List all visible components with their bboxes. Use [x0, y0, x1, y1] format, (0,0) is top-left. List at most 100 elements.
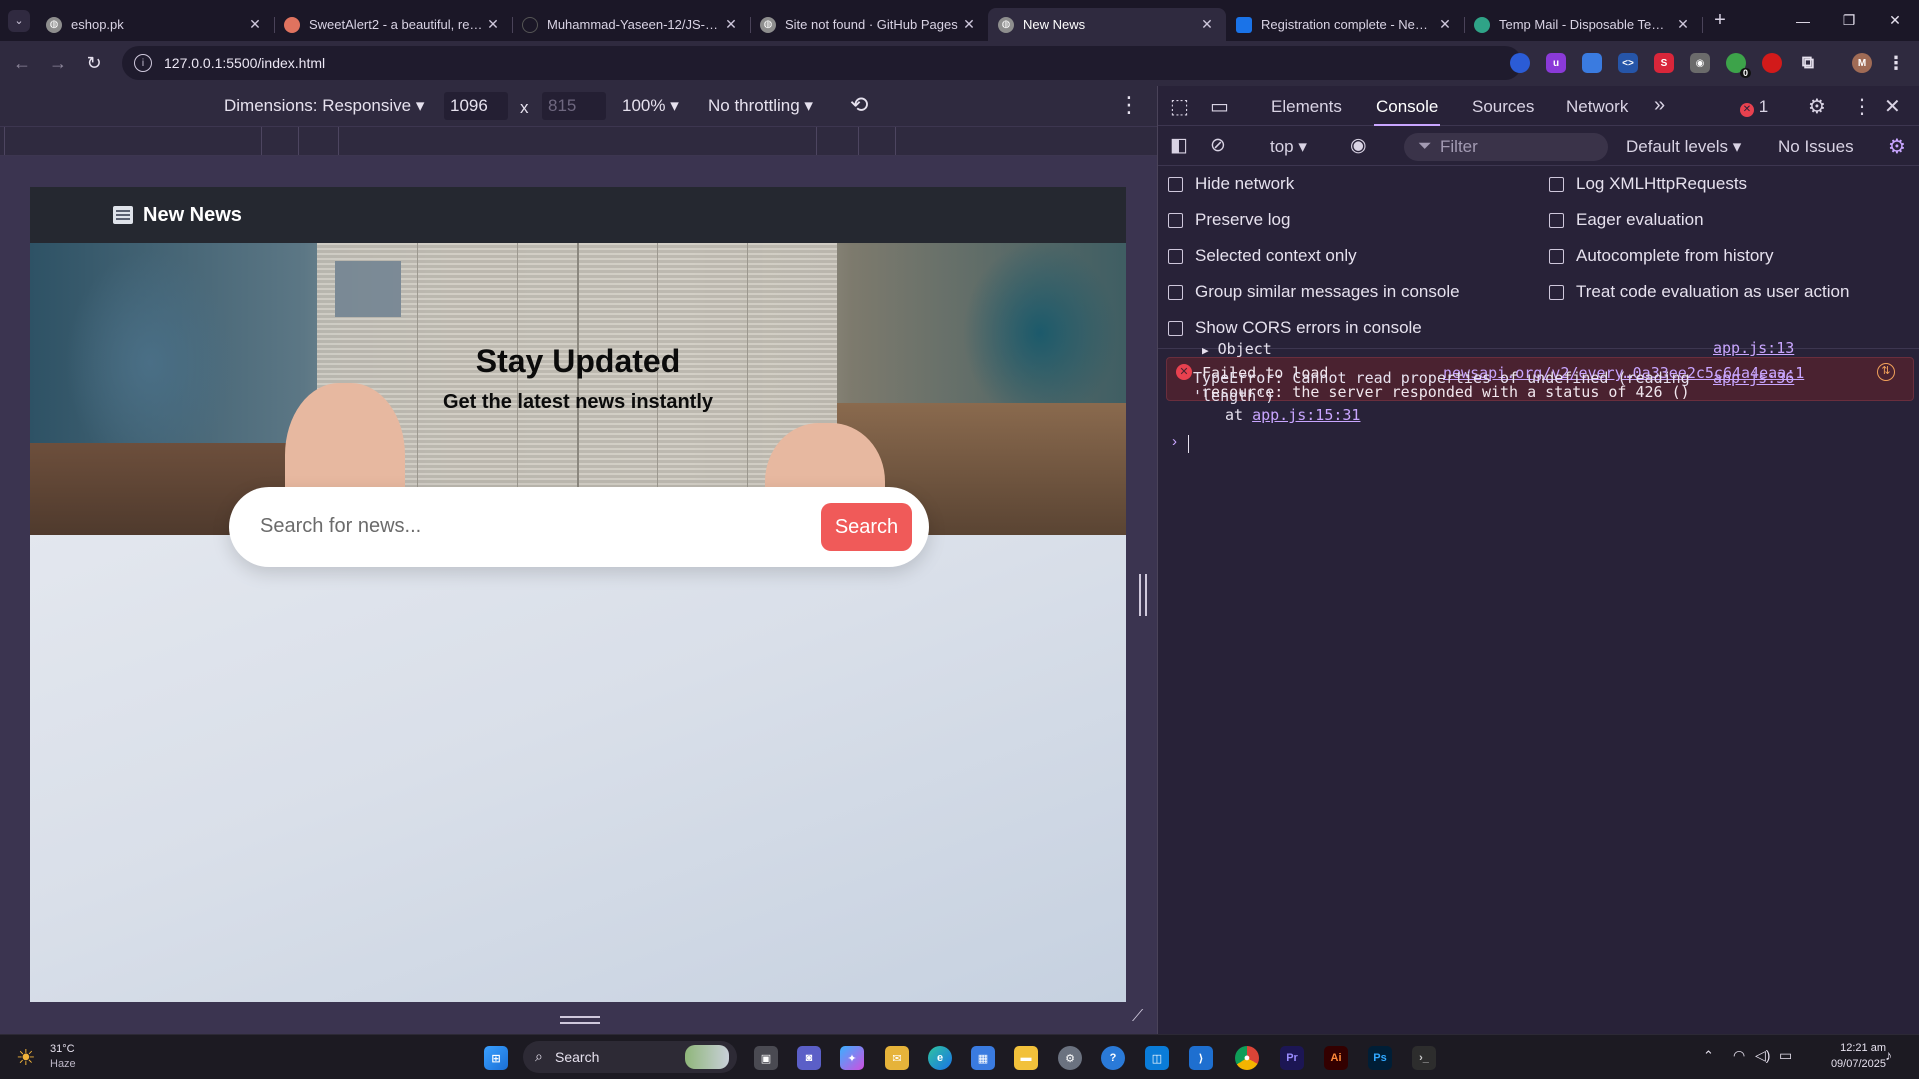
more-tabs-icon[interactable]: » [1654, 94, 1665, 117]
console-settings-icon[interactable]: ⚙ [1888, 134, 1906, 159]
width-input[interactable]: 1096 [444, 92, 508, 120]
close-tab-icon[interactable]: ✕ [960, 16, 978, 33]
settings-icon[interactable]: ⚙ [1058, 1046, 1082, 1070]
tab-elements[interactable]: Elements [1271, 97, 1342, 117]
windows-start-icon[interactable]: ⊞ [484, 1046, 508, 1070]
device-toolbar-icon[interactable]: ▭ [1210, 94, 1229, 119]
code-extension-icon[interactable]: <> [1618, 53, 1638, 73]
task-view-icon[interactable]: ▣ [754, 1046, 778, 1070]
site-info-icon[interactable]: i [134, 54, 152, 72]
tab-console[interactable]: Console [1373, 97, 1441, 126]
tab-search-icon[interactable]: ⌄ [8, 9, 30, 32]
extension-icon[interactable] [1510, 53, 1530, 73]
rotate-icon[interactable]: ⟲ [850, 92, 868, 118]
app-icon[interactable]: ◫ [1145, 1046, 1169, 1070]
network-request-icon[interactable]: ⇅ [1877, 363, 1895, 381]
store-icon[interactable]: ▦ [971, 1046, 995, 1070]
zoom-dropdown[interactable]: 100% ▾ [622, 96, 679, 116]
clock-time[interactable]: 12:21 am [1826, 1042, 1886, 1054]
extension-icon[interactable]: 0 [1726, 53, 1751, 78]
cors-errors-checkbox[interactable]: Show CORS errors in console [1168, 318, 1422, 338]
object-row[interactable]: ▶ Object [1202, 340, 1272, 358]
teams-icon[interactable]: ◙ [797, 1046, 821, 1070]
minimize-icon[interactable]: — [1780, 0, 1826, 41]
media-query-segment[interactable] [5, 127, 262, 155]
media-query-segment[interactable] [299, 127, 339, 155]
mail-icon[interactable]: ✉ [885, 1046, 909, 1070]
browser-tab-registration[interactable]: Registration complete - News A ✕ [1226, 8, 1465, 41]
volume-icon[interactable]: ◁) [1755, 1047, 1770, 1064]
stack-trace-link[interactable]: app.js:15:31 [1252, 406, 1360, 424]
puzzle-icon[interactable]: ⧉ [1798, 53, 1818, 73]
weather-temp[interactable]: 31°C [50, 1043, 75, 1055]
hide-network-checkbox[interactable]: Hide network [1168, 174, 1294, 194]
browser-tab-temp-mail[interactable]: Temp Mail - Disposable Tempo ✕ [1464, 8, 1703, 41]
premiere-icon[interactable]: Pr [1280, 1046, 1304, 1070]
chevron-up-icon[interactable]: ⌃ [1703, 1048, 1714, 1064]
news-search-input[interactable]: Search for news... [260, 515, 421, 538]
edge-icon[interactable]: e [928, 1046, 952, 1070]
browser-tab-sweetalert[interactable]: SweetAlert2 - a beautiful, respo ✕ [274, 8, 513, 41]
media-query-segment[interactable] [817, 127, 859, 155]
tab-sources[interactable]: Sources [1472, 97, 1534, 117]
more-options-icon[interactable]: ⋮ [1118, 92, 1140, 118]
photoshop-icon[interactable]: Ps [1368, 1046, 1392, 1070]
dimensions-dropdown[interactable]: Dimensions: Responsive ▾ [224, 96, 424, 116]
eye-icon[interactable]: ◉ [1350, 134, 1367, 157]
search-button[interactable]: Search [821, 503, 912, 551]
extension-icon[interactable]: S [1654, 53, 1674, 73]
resize-handle-horizontal[interactable] [560, 1016, 600, 1024]
close-devtools-icon[interactable]: ✕ [1884, 94, 1901, 119]
close-tab-icon[interactable]: ✕ [722, 16, 740, 33]
close-tab-icon[interactable]: ✕ [1198, 16, 1216, 33]
close-tab-icon[interactable]: ✕ [1436, 16, 1454, 33]
battery-icon[interactable]: ▭ [1779, 1047, 1792, 1064]
resize-corner-icon[interactable]: ⟋ [1132, 1008, 1143, 1026]
close-window-icon[interactable]: ✕ [1872, 0, 1918, 41]
sidebar-toggle-icon[interactable]: ◧ [1170, 134, 1188, 157]
new-tab-icon[interactable]: + [1706, 9, 1734, 32]
illustrator-icon[interactable]: Ai [1324, 1046, 1348, 1070]
gear-icon[interactable]: ⚙ [1808, 94, 1826, 119]
clear-console-icon[interactable]: ⊘ [1210, 134, 1226, 157]
inspect-element-icon[interactable]: ⬚ [1170, 94, 1189, 119]
console-filter-input[interactable]: ⏷ Filter [1404, 133, 1608, 161]
object-source-link[interactable]: app.js:13 [1713, 339, 1794, 357]
context-dropdown[interactable]: top ▾ [1270, 137, 1307, 157]
close-tab-icon[interactable]: ✕ [1674, 16, 1692, 33]
autocomplete-history-checkbox[interactable]: Autocomplete from history [1549, 246, 1773, 266]
copilot-icon[interactable]: ✦ [840, 1046, 864, 1070]
back-icon[interactable]: ← [4, 46, 40, 82]
error-counter[interactable]: ✕ 1 [1740, 97, 1768, 117]
weather-desc[interactable]: Haze [50, 1058, 76, 1070]
ublock-icon[interactable]: u [1546, 53, 1566, 73]
media-query-segment[interactable] [339, 127, 817, 155]
extension-icon[interactable] [1582, 53, 1602, 73]
notification-bell-icon[interactable]: ♪ [1885, 1047, 1892, 1063]
avatar[interactable]: M [1852, 53, 1872, 73]
camera-icon[interactable]: ◉ [1690, 53, 1710, 73]
address-bar[interactable]: i 127.0.0.1:5500/index.html ☆ [122, 46, 1598, 80]
levels-dropdown[interactable]: Default levels ▾ [1626, 137, 1741, 157]
restore-icon[interactable]: ❐ [1826, 0, 1872, 41]
reload-icon[interactable]: ↻ [76, 46, 112, 82]
preserve-log-checkbox[interactable]: Preserve log [1168, 210, 1290, 230]
wifi-icon[interactable]: ◠ [1733, 1047, 1745, 1064]
throttling-dropdown[interactable]: No throttling ▾ [708, 96, 813, 116]
file-explorer-icon[interactable]: ▬ [1014, 1046, 1038, 1070]
tab-network[interactable]: Network [1566, 97, 1628, 117]
eager-evaluation-checkbox[interactable]: Eager evaluation [1549, 210, 1704, 230]
media-query-segment[interactable] [859, 127, 896, 155]
browser-tab-site-not-found[interactable]: ◍ Site not found · GitHub Pages ✕ [750, 8, 989, 41]
menu-kebab-icon[interactable]: ⋮ [1886, 53, 1906, 73]
terminal-icon[interactable]: ›_ [1412, 1046, 1436, 1070]
group-similar-checkbox[interactable]: Group similar messages in console [1168, 282, 1460, 302]
taskbar-search[interactable]: ⌕ Search [523, 1041, 737, 1073]
browser-tab-eshop[interactable]: ◍ eshop.pk ✕ [36, 8, 275, 41]
log-xhr-checkbox[interactable]: Log XMLHttpRequests [1549, 174, 1747, 194]
page-brand[interactable]: New News [143, 204, 242, 227]
issues-button[interactable]: No Issues [1778, 137, 1854, 157]
menu-kebab-icon[interactable]: ⋮ [1852, 94, 1872, 119]
media-query-segment[interactable] [262, 127, 299, 155]
help-icon[interactable]: ? [1101, 1046, 1125, 1070]
